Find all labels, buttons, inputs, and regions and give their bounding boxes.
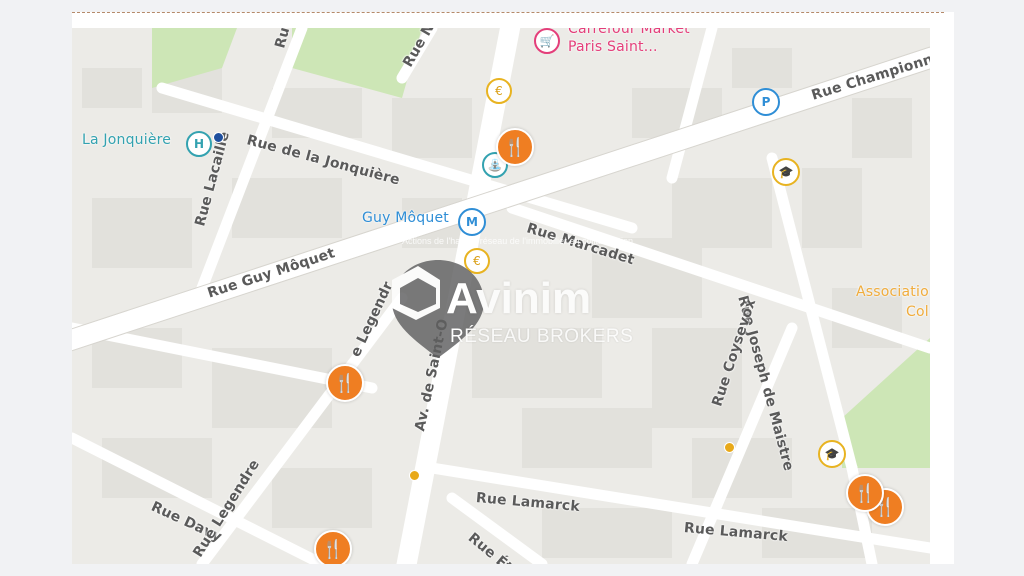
poi-dot <box>409 470 420 481</box>
park-area <box>842 338 930 468</box>
school-icon[interactable]: 🎓 <box>818 440 846 468</box>
parking-icon[interactable]: P <box>752 88 780 116</box>
watermark-tagline: Actions de l'habitat réseau de l'immobil… <box>402 236 634 246</box>
place-label-guy-moquet: Guy Môquet <box>362 210 449 226</box>
euro-icon[interactable]: € <box>486 78 512 104</box>
carrefour-label-line1: Carrefour Market <box>568 28 690 37</box>
watermark-brand: Avinim <box>446 274 592 323</box>
tram-stop-dot <box>213 132 224 143</box>
restaurant-icon[interactable]: 🍴 <box>846 474 884 512</box>
place-label-association: Associatio Col <box>854 282 929 322</box>
hospital-icon[interactable]: H <box>186 131 212 157</box>
map-panel: Rue Championn Rue de la Jonquière Rue Ma… <box>72 12 954 564</box>
place-label-carrefour: Carrefour Market Paris Saint... <box>568 28 690 56</box>
carrefour-label-line2: Paris Saint... <box>568 39 658 55</box>
restaurant-icon[interactable]: 🍴 <box>496 128 534 166</box>
watermark: Avinim RÉSEAU BROKERS Actions de l'habit… <box>388 236 648 370</box>
restaurant-icon[interactable]: 🍴 <box>326 364 364 402</box>
school-icon[interactable]: 🎓 <box>772 158 800 186</box>
metro-icon[interactable]: M <box>458 208 486 236</box>
cart-icon[interactable]: 🛒 <box>534 28 560 54</box>
map-view[interactable]: Rue Championn Rue de la Jonquière Rue Ma… <box>72 28 930 564</box>
place-label-la-jonquiere: La Jonquière <box>82 132 172 148</box>
watermark-subtitle: RÉSEAU BROKERS <box>450 326 634 347</box>
association-label-line1: Associatio <box>856 284 929 300</box>
dashed-divider <box>72 12 944 13</box>
poi-dot <box>724 442 735 453</box>
association-label-line2: Col <box>906 304 929 320</box>
restaurant-icon[interactable]: 🍴 <box>314 530 352 564</box>
